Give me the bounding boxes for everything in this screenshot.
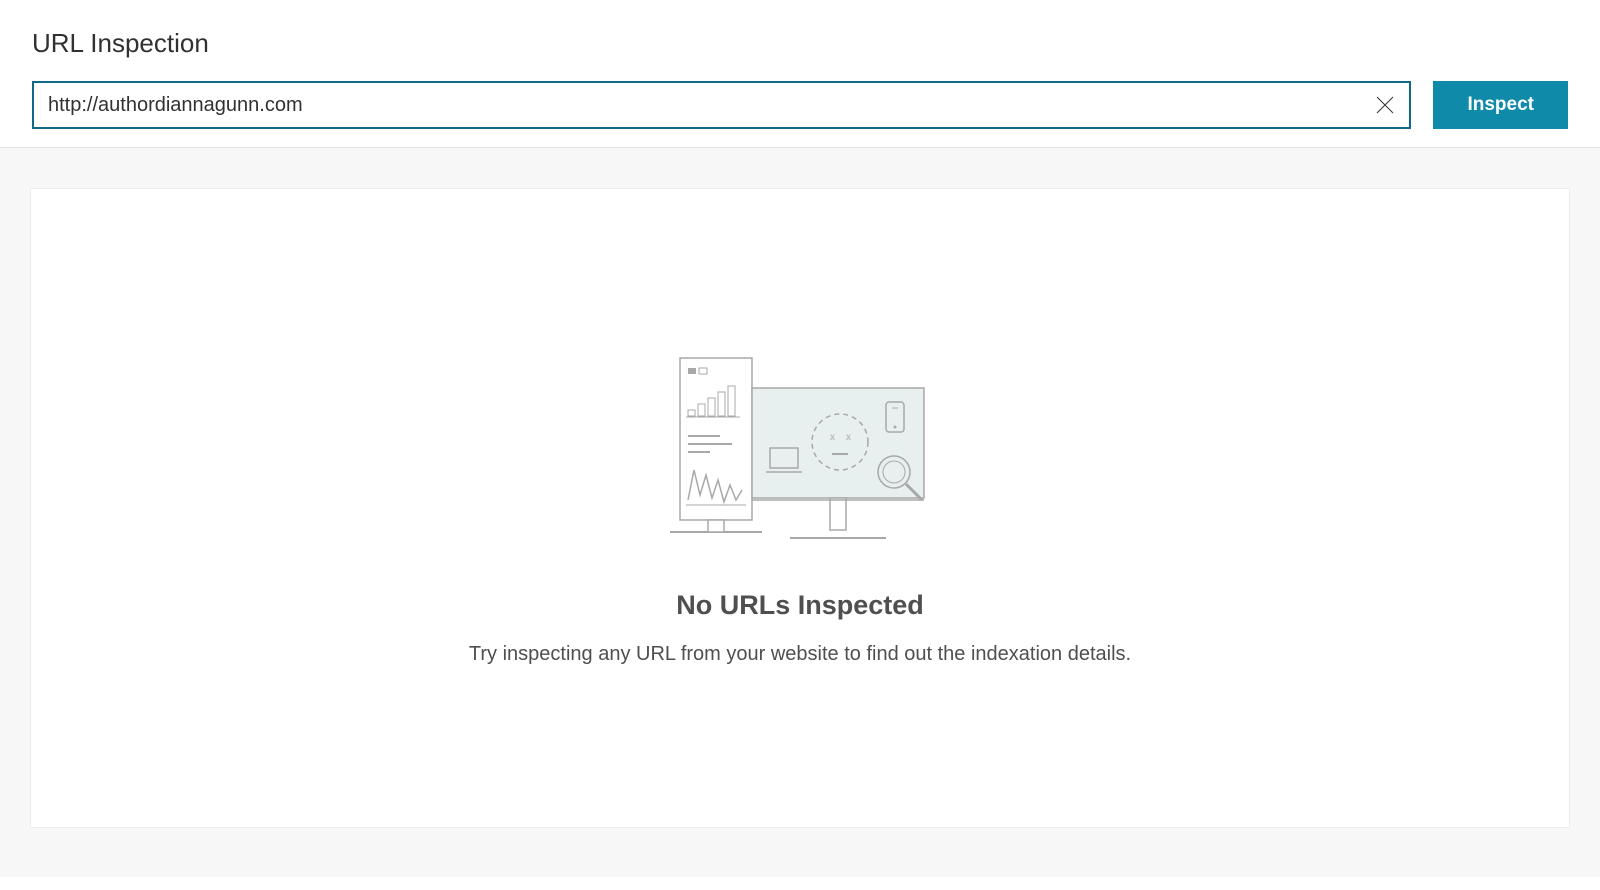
clear-input-button[interactable] — [1361, 83, 1409, 127]
empty-state-card: x x No URLs Inspected Try inspecting any… — [30, 188, 1570, 828]
svg-text:x: x — [830, 432, 835, 443]
page-title: URL Inspection — [32, 28, 1568, 59]
empty-state-title: No URLs Inspected — [676, 590, 924, 621]
url-input-row: Inspect — [32, 81, 1568, 129]
close-icon — [1375, 95, 1395, 115]
header-section: URL Inspection Inspect — [0, 0, 1600, 147]
empty-state-illustration: x x — [660, 350, 940, 550]
url-input-wrapper — [32, 81, 1411, 129]
inspect-button[interactable]: Inspect — [1433, 81, 1568, 129]
svg-text:x: x — [846, 432, 851, 443]
empty-state-description: Try inspecting any URL from your website… — [469, 643, 1131, 666]
url-input[interactable] — [34, 83, 1361, 127]
content-area: x x No URLs Inspected Try inspecting any… — [0, 147, 1600, 877]
dashboard-empty-icon: x x — [660, 350, 940, 550]
